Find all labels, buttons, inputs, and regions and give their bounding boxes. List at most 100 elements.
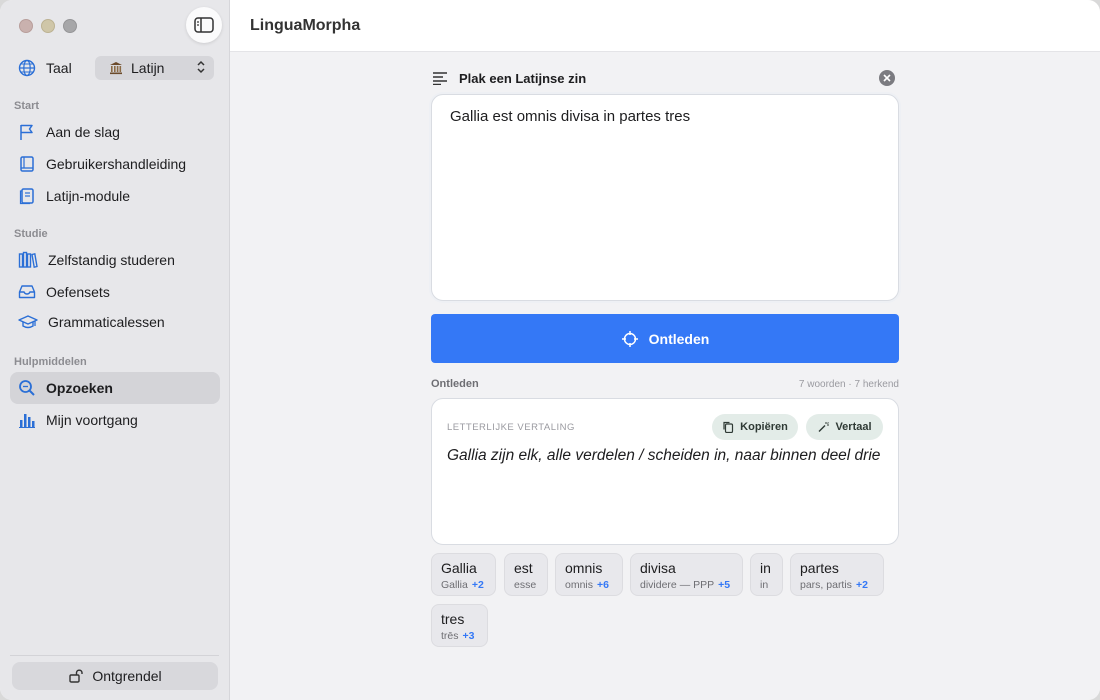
library-icon (18, 251, 38, 269)
sidebar-item-self-study[interactable]: Zelfstandig studeren (10, 244, 220, 276)
search-icon (19, 380, 35, 396)
close-icon (883, 74, 891, 82)
token-more-count: +2 (855, 579, 868, 591)
token-chip[interactable]: partes pars, partis +2 (790, 553, 884, 596)
title-bar: LinguaMorpha (230, 0, 1100, 52)
token-lemma: pars, partis (800, 579, 852, 591)
bar-chart-icon (19, 414, 35, 428)
token-lemma-line: pars, partis +2 (800, 579, 874, 591)
token-lemma-line: omnis +6 (565, 579, 613, 591)
sidebar-item-user-manual[interactable]: Gebruikershandleiding (10, 148, 220, 180)
magic-wand-icon (818, 422, 830, 432)
sidebar-item-grammar-lessons[interactable]: Grammaticalessen (10, 306, 220, 338)
token-lemma-line: esse (514, 579, 538, 591)
token-lemma-line: trēs +3 (441, 630, 478, 642)
input-title: Plak een Latijnse zin (459, 70, 587, 86)
token-word: tres (441, 611, 465, 627)
token-lemma-line: in (760, 579, 773, 591)
token-chip[interactable]: omnis omnis +6 (555, 553, 623, 596)
flag-icon (20, 124, 33, 140)
result-stats: 7 woorden · 7 herkend (798, 378, 899, 390)
token-chip[interactable]: tres trēs +3 (431, 604, 488, 647)
graduation-cap-icon (18, 315, 38, 329)
result-title: Ontleden (431, 378, 479, 390)
sidebar-toggle-button[interactable] (186, 7, 222, 43)
text-align-icon (433, 72, 447, 85)
token-lemma: trēs (441, 630, 459, 642)
main-content: Plak een Latijnse zin Gallia est omnis d… (230, 52, 1100, 700)
unlock-icon (69, 669, 84, 683)
translation-label: LETTERLIJKE VERTALING (447, 422, 575, 433)
sidebar-item-label: Latijn-module (46, 188, 131, 204)
language-label: Taal (46, 60, 72, 76)
token-word: in (760, 560, 771, 576)
book-icon (20, 156, 34, 172)
unlock-label: Ontgrendel (92, 668, 162, 684)
sidebar-icon (194, 17, 214, 33)
token-more-count: +2 (471, 579, 484, 591)
app-window: Taal Latijn Start Aan de slag Gebruikers… (0, 0, 1100, 700)
copy-icon (723, 421, 734, 433)
token-word: divisa (640, 560, 676, 576)
sidebar-item-label: Aan de slag (46, 124, 120, 140)
sidebar: Taal Latijn Start Aan de slag Gebruikers… (0, 0, 230, 700)
token-lemma: Gallia (441, 579, 468, 591)
parse-button-label: Ontleden (648, 330, 710, 347)
copy-button[interactable]: Kopiëren (712, 414, 798, 440)
token-chip[interactable]: divisa dividere — PPP +5 (630, 553, 743, 596)
token-word: Gallia (441, 560, 477, 576)
translation-card: LETTERLIJKE VERTALING Kopiëren Vertaal G… (431, 398, 899, 545)
minimize-window-button[interactable] (41, 19, 55, 33)
unlock-button[interactable]: Ontgrendel (12, 662, 218, 690)
close-window-button[interactable] (19, 19, 33, 33)
token-lemma: in (760, 579, 769, 591)
token-word: partes (800, 560, 839, 576)
zoom-window-button[interactable] (63, 19, 77, 33)
sidebar-item-exercise-sets[interactable]: Oefensets (10, 276, 220, 308)
language-row: Taal Latijn (18, 56, 214, 80)
token-word: est (514, 560, 533, 576)
language-select-value: Latijn (131, 60, 165, 76)
token-lemma-line: dividere — PPP +5 (640, 579, 733, 591)
chevron-updown-icon (197, 60, 205, 74)
sentence-input[interactable]: Gallia est omnis divisa in partes tres (431, 94, 899, 301)
copy-button-label: Kopiëren (740, 421, 788, 433)
token-more-count: +6 (597, 579, 609, 591)
tray-icon (18, 285, 36, 299)
globe-icon (18, 59, 36, 77)
token-lemma: omnis (565, 579, 594, 591)
token-chip[interactable]: in in (750, 553, 783, 596)
temple-icon (110, 62, 122, 75)
language-select[interactable]: Latijn (95, 56, 214, 80)
sidebar-item-getting-started[interactable]: Aan de slag (10, 116, 220, 148)
token-chip[interactable]: est esse (504, 553, 548, 596)
token-word: omnis (565, 560, 603, 576)
clear-input-button[interactable] (879, 70, 895, 86)
translate-button[interactable]: Vertaal (806, 414, 883, 440)
sidebar-item-label: Zelfstandig studeren (48, 252, 175, 268)
token-lemma: esse (514, 579, 537, 591)
document-icon (19, 188, 34, 205)
token-lemma-line: Gallia +2 (441, 579, 486, 591)
translation-text: Gallia zijn elk, alle verdelen / scheide… (447, 447, 881, 464)
sidebar-item-latin-module[interactable]: Latijn-module (10, 180, 220, 212)
sidebar-divider (10, 655, 219, 656)
result-header: Ontleden 7 woorden · 7 herkend (431, 376, 899, 392)
section-label-tools: Hulpmiddelen (14, 356, 87, 368)
parse-button[interactable]: Ontleden (431, 314, 899, 363)
translate-button-label: Vertaal (835, 421, 872, 433)
section-label-studie: Studie (14, 228, 48, 240)
app-title: LinguaMorpha (250, 16, 361, 34)
token-chip[interactable]: Gallia Gallia +2 (431, 553, 496, 596)
sidebar-item-label: Grammaticalessen (48, 314, 165, 330)
token-more-count: +5 (718, 579, 731, 591)
sidebar-item-my-progress[interactable]: Mijn voortgang (10, 404, 220, 436)
input-header: Plak een Latijnse zin (431, 68, 899, 88)
token-more-count: +3 (462, 630, 475, 642)
sidebar-item-label: Gebruikershandleiding (46, 156, 187, 172)
sidebar-item-label: Oefensets (46, 284, 110, 300)
sidebar-item-label: Mijn voortgang (46, 412, 138, 428)
sidebar-item-label: Opzoeken (46, 380, 113, 396)
section-label-start: Start (14, 100, 40, 112)
sidebar-item-lookup[interactable]: Opzoeken (10, 372, 220, 404)
